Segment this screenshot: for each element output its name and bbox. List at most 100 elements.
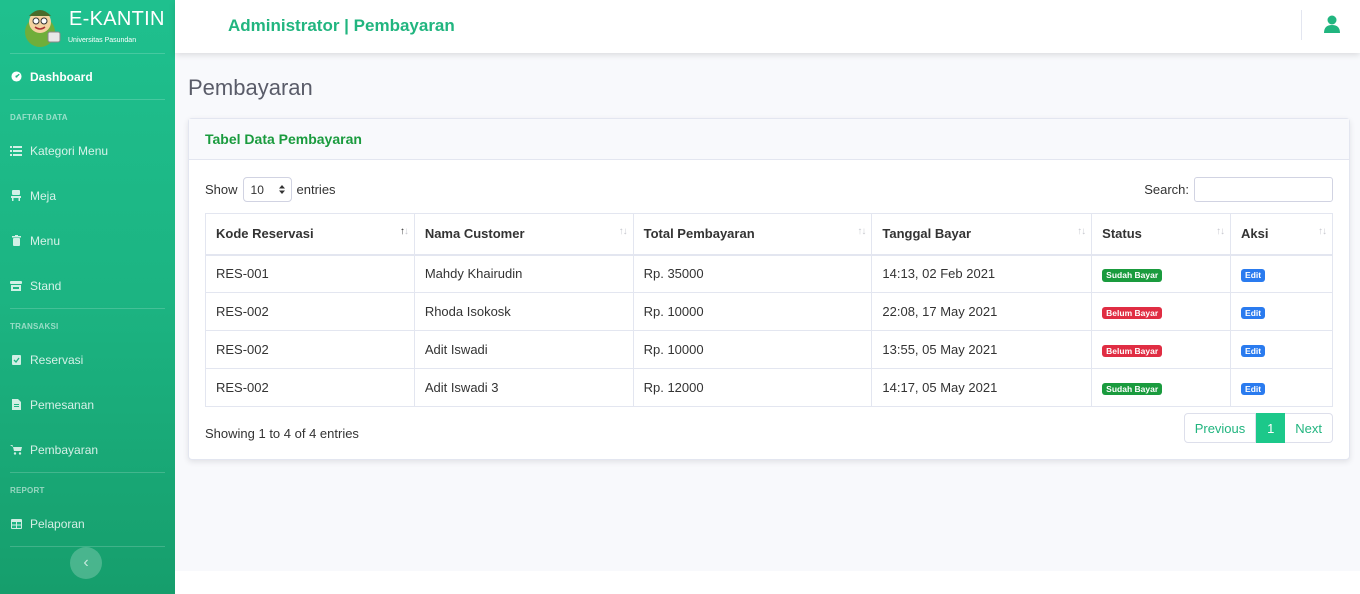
sidebar-item-pemesanan[interactable]: Pemesanan bbox=[0, 382, 175, 427]
sidebar-item-label: Reservasi bbox=[30, 352, 84, 367]
column-header-nama-customer[interactable]: Nama Customer ↑↓ bbox=[413, 213, 634, 256]
sidebar-item-stand[interactable]: Stand bbox=[0, 263, 175, 308]
edit-button[interactable]: Edit bbox=[1241, 382, 1266, 396]
topbar: Administrator | Pembayaran bbox=[175, 0, 1360, 53]
cell-nama: Adit Iswadi bbox=[413, 330, 634, 369]
cell-status: Sudah Bayar bbox=[1091, 368, 1232, 407]
sort-icon: ↑↓ bbox=[1318, 226, 1327, 237]
cell-kode: RES-002 bbox=[205, 330, 415, 369]
logo-mascot-icon bbox=[25, 10, 61, 47]
sidebar-item-kategori-menu[interactable]: Kategori Menu bbox=[0, 128, 175, 173]
dashboard-gauge-icon bbox=[10, 71, 22, 83]
cell-total: Rp. 35000 bbox=[632, 254, 873, 293]
user-icon[interactable] bbox=[1323, 15, 1341, 33]
status-badge: Sudah Bayar bbox=[1102, 382, 1163, 396]
cell-nama: Adit Iswadi 3 bbox=[413, 368, 634, 407]
footer bbox=[175, 571, 1360, 594]
file-icon bbox=[10, 399, 22, 411]
store-icon bbox=[10, 280, 22, 292]
sort-icon: ↑↓ bbox=[618, 226, 628, 237]
pagination-previous[interactable]: Previous bbox=[1183, 413, 1257, 443]
cell-status: Belum Bayar bbox=[1091, 330, 1232, 369]
entries-select[interactable]: 10 bbox=[242, 177, 292, 202]
search-control: Search: bbox=[1144, 177, 1333, 202]
sidebar: E-KANTIN Universitas Pasundan Dashboard … bbox=[0, 0, 175, 594]
chevron-left-icon: ‹ bbox=[83, 554, 89, 571]
sidebar-heading-transaksi: TRANSAKSI bbox=[10, 322, 59, 331]
sidebar-item-pembayaran[interactable]: Pembayaran bbox=[0, 427, 175, 472]
cell-kode: RES-002 bbox=[205, 292, 415, 331]
select-arrows-icon bbox=[278, 185, 285, 194]
brand[interactable]: E-KANTIN Universitas Pasundan bbox=[0, 0, 175, 53]
entries-label: entries bbox=[296, 182, 336, 197]
column-header-status[interactable]: Status ↑↓ bbox=[1091, 213, 1232, 256]
show-label: Show bbox=[205, 182, 238, 197]
cart-icon bbox=[10, 444, 22, 456]
cell-tanggal: 14:17, 05 May 2021 bbox=[871, 368, 1093, 407]
table-info: Showing 1 to 4 of 4 entries bbox=[205, 426, 359, 441]
sidebar-divider bbox=[10, 472, 165, 473]
edit-button[interactable]: Edit bbox=[1241, 344, 1266, 358]
main-content: Pembayaran Tabel Data Pembayaran Show 10… bbox=[175, 53, 1360, 571]
cell-aksi: Edit bbox=[1230, 254, 1333, 293]
sidebar-item-menu[interactable]: Menu bbox=[0, 218, 175, 263]
table-row: RES-002 Adit Iswadi Rp. 10000 13:55, 05 … bbox=[205, 330, 1333, 369]
trash-icon bbox=[10, 235, 22, 247]
sort-icon: ↑↓ bbox=[1077, 226, 1086, 237]
status-badge: Sudah Bayar bbox=[1102, 269, 1163, 282]
sidebar-item-dashboard[interactable]: Dashboard bbox=[0, 54, 175, 99]
cell-aksi: Edit bbox=[1230, 292, 1333, 331]
pagination-next[interactable]: Next bbox=[1285, 413, 1333, 443]
payment-table: Kode Reservasi ↑↓ Nama Customer ↑↓ Total P… bbox=[205, 213, 1333, 407]
sidebar-item-label: Pembayaran bbox=[30, 442, 99, 457]
data-card: Tabel Data Pembayaran Show 10 entries Se… bbox=[188, 118, 1350, 460]
entries-select-value: 10 bbox=[250, 182, 264, 197]
column-header-total-pembayaran[interactable]: Total Pembayaran ↑↓ bbox=[632, 213, 873, 256]
sidebar-item-label: Pelaporan bbox=[30, 516, 85, 531]
cell-nama: Rhoda Isokosk bbox=[413, 292, 634, 331]
sidebar-item-label: Kategori Menu bbox=[30, 143, 109, 158]
sidebar-divider bbox=[10, 99, 165, 100]
column-header-kode-reservasi[interactable]: Kode Reservasi ↑↓ bbox=[205, 213, 415, 256]
cell-status: Sudah Bayar bbox=[1091, 254, 1232, 293]
page-title: Pembayaran bbox=[188, 75, 313, 100]
sidebar-item-label: Dashboard bbox=[30, 69, 93, 84]
cell-tanggal: 22:08, 17 May 2021 bbox=[871, 292, 1093, 331]
sort-icon: ↑↓ bbox=[399, 226, 409, 237]
sidebar-item-label: Pemesanan bbox=[30, 397, 95, 412]
table-row: RES-002 Rhoda Isokosk Rp. 10000 22:08, 1… bbox=[205, 292, 1333, 331]
status-badge: Belum Bayar bbox=[1102, 306, 1163, 320]
pagination-page-1[interactable]: 1 bbox=[1256, 413, 1286, 443]
cell-nama: Mahdy Khairudin bbox=[413, 254, 634, 293]
card-header: Tabel Data Pembayaran bbox=[189, 119, 1349, 160]
table-row: RES-001 Mahdy Khairudin Rp. 35000 14:13,… bbox=[205, 254, 1333, 293]
sidebar-item-pelaporan[interactable]: Pelaporan bbox=[0, 501, 175, 546]
cell-aksi: Edit bbox=[1230, 368, 1333, 407]
cell-total: Rp. 10000 bbox=[632, 292, 873, 331]
table-header-row: Kode Reservasi ↑↓ Nama Customer ↑↓ Total P… bbox=[205, 213, 1333, 256]
sort-icon: ↑↓ bbox=[1216, 226, 1225, 237]
sidebar-item-label: Stand bbox=[30, 278, 62, 293]
column-header-tanggal-bayar[interactable]: Tanggal Bayar ↑↓ bbox=[871, 213, 1093, 256]
cell-aksi: Edit bbox=[1230, 330, 1333, 369]
edit-button[interactable]: Edit bbox=[1241, 269, 1266, 282]
sidebar-toggle-button[interactable]: ‹ bbox=[70, 547, 102, 579]
table-row: RES-002 Adit Iswadi 3 Rp. 12000 14:17, 0… bbox=[205, 368, 1333, 407]
sidebar-item-meja[interactable]: Meja bbox=[0, 173, 175, 218]
sidebar-divider bbox=[10, 308, 165, 309]
column-header-aksi[interactable]: Aksi ↑↓ bbox=[1230, 213, 1333, 256]
topbar-title: Administrator | Pembayaran bbox=[228, 16, 455, 35]
cell-total: Rp. 10000 bbox=[632, 330, 873, 369]
cell-tanggal: 13:55, 05 May 2021 bbox=[871, 330, 1093, 369]
brand-subtitle: Universitas Pasundan bbox=[68, 37, 137, 44]
sidebar-item-label: Menu bbox=[30, 233, 61, 248]
sidebar-heading-report: REPORT bbox=[10, 486, 45, 495]
pagination: Previous 1 Next bbox=[1183, 413, 1333, 443]
card-title: Tabel Data Pembayaran bbox=[205, 131, 362, 147]
topbar-divider bbox=[1301, 10, 1302, 40]
edit-button[interactable]: Edit bbox=[1241, 306, 1266, 320]
search-input[interactable] bbox=[1194, 177, 1333, 202]
sidebar-item-reservasi[interactable]: Reservasi bbox=[0, 337, 175, 382]
sidebar-heading-daftar-data: DAFTAR DATA bbox=[10, 113, 68, 122]
length-control: Show 10 entries bbox=[205, 177, 336, 202]
